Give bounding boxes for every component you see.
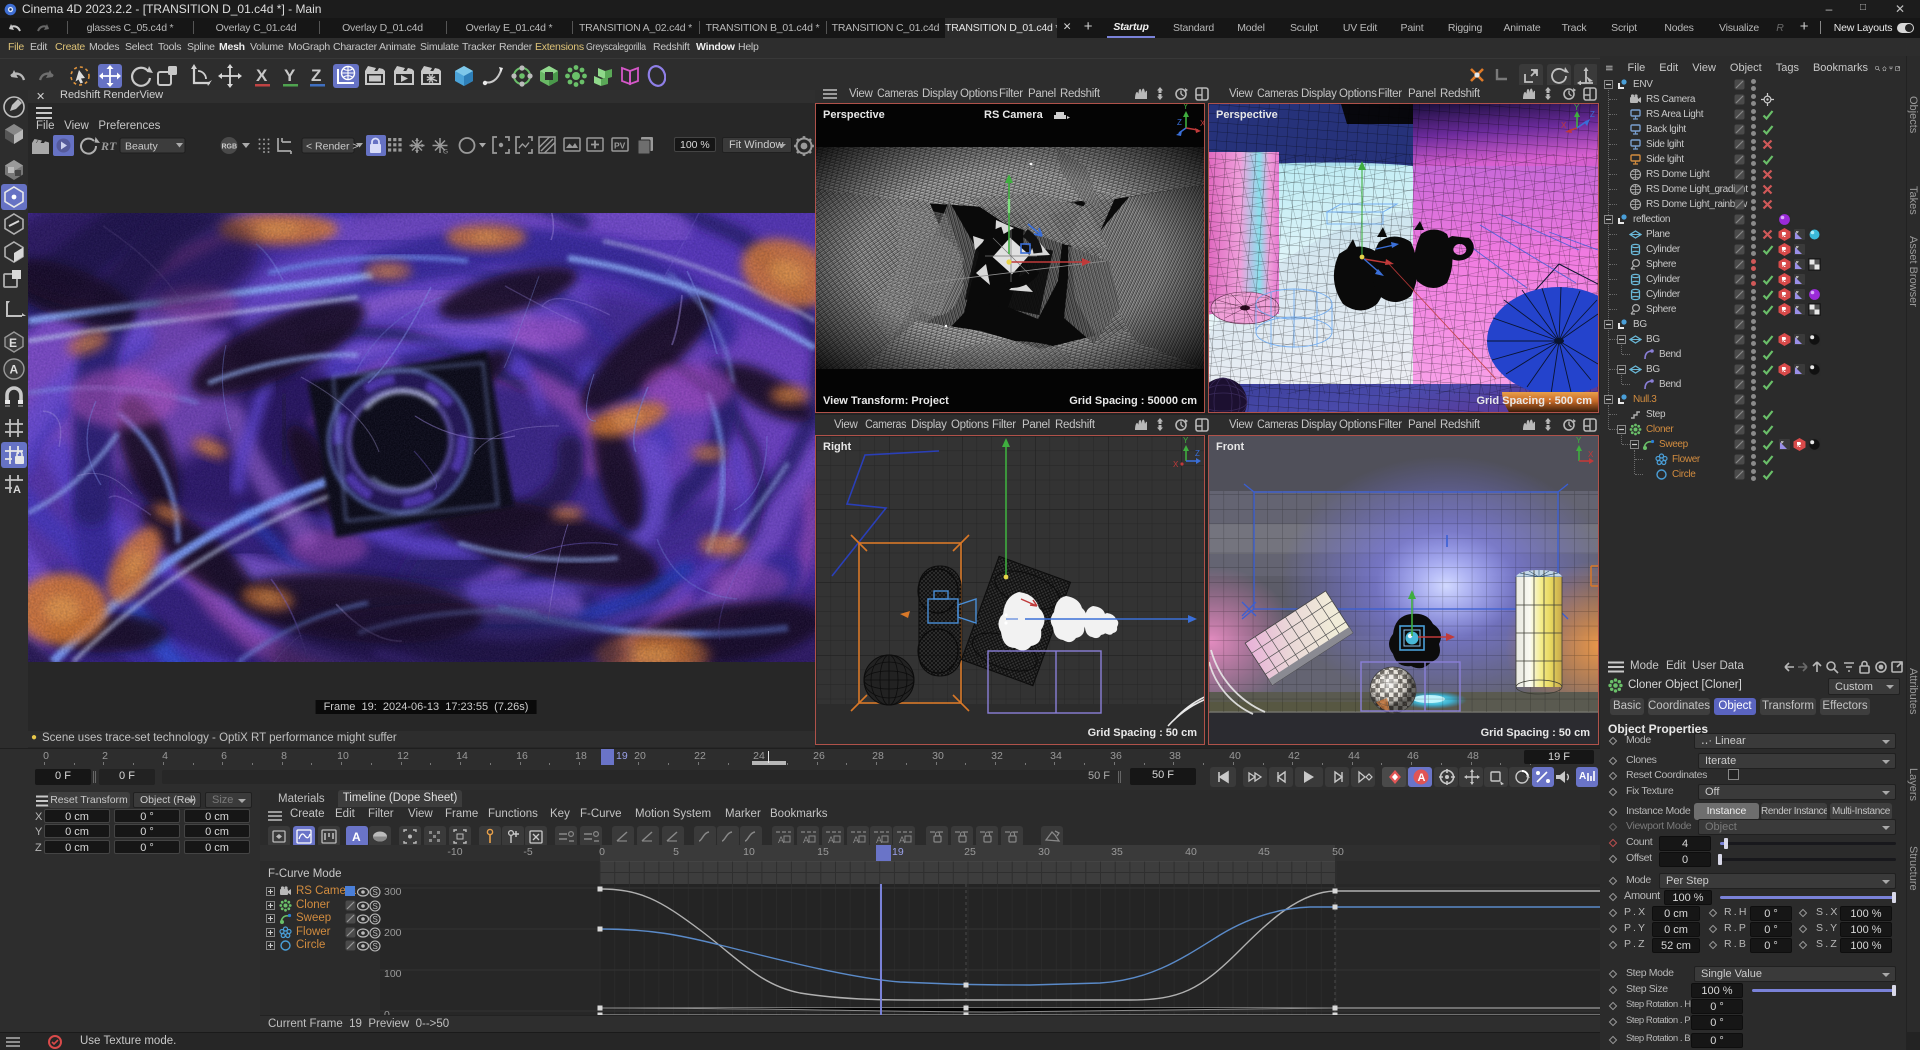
svg-text:RS Camera: RS Camera	[984, 109, 1044, 121]
svg-text:A: A	[352, 830, 361, 844]
svg-text:Y: Y	[1574, 104, 1580, 112]
svg-text:S: S	[373, 902, 378, 911]
svg-text:S: S	[373, 929, 378, 938]
svg-text:A: A	[1418, 772, 1426, 784]
svg-text:X: X	[1561, 121, 1567, 130]
svg-text:Z: Z	[1590, 110, 1595, 119]
svg-text:Grid Spacing : 50 cm: Grid Spacing : 50 cm	[1481, 727, 1591, 739]
svg-text:X: X	[1200, 119, 1204, 128]
svg-text:S: S	[373, 888, 378, 897]
svg-text:Y: Y	[1183, 104, 1189, 111]
svg-text:View Transform: Project: View Transform: Project	[823, 395, 949, 407]
svg-text:Front: Front	[1216, 441, 1244, 453]
svg-text:Perspective: Perspective	[1216, 109, 1278, 121]
svg-text:Z: Z	[311, 66, 321, 85]
svg-text:Grid Spacing : 50 cm: Grid Spacing : 50 cm	[1088, 727, 1198, 739]
svg-text:Y: Y	[1576, 436, 1582, 445]
svg-text:Grid Spacing : 50000 cm: Grid Spacing : 50000 cm	[1069, 395, 1197, 407]
svg-text:A: A	[10, 363, 19, 377]
svg-text:< Render >: < Render >	[306, 141, 359, 153]
svg-text:Z: Z	[1195, 449, 1200, 458]
svg-text:A: A	[853, 835, 859, 845]
svg-text:Grid Spacing : 500 cm: Grid Spacing : 500 cm	[1476, 395, 1592, 407]
svg-text:A: A	[899, 835, 905, 845]
svg-text:G: G	[443, 149, 448, 156]
svg-text:A: A	[1579, 771, 1586, 782]
svg-text:S: S	[373, 942, 378, 951]
svg-text:Beauty: Beauty	[125, 141, 158, 153]
svg-text:Y: Y	[284, 66, 296, 85]
svg-text:E: E	[9, 336, 17, 350]
svg-text:S: S	[373, 915, 378, 924]
svg-text:Y: Y	[1183, 436, 1189, 445]
svg-text:Z: Z	[1177, 118, 1182, 127]
svg-text:A: A	[778, 835, 784, 845]
svg-text:PV: PV	[614, 141, 626, 151]
svg-text:X: X	[1588, 450, 1594, 459]
svg-text:X: X	[256, 66, 268, 85]
svg-text:Right: Right	[823, 441, 851, 453]
svg-text:A: A	[803, 835, 809, 845]
svg-text:RT: RT	[100, 139, 117, 153]
svg-text:RGB: RGB	[222, 144, 238, 151]
svg-text:A: A	[828, 835, 834, 845]
svg-text:A: A	[876, 835, 882, 845]
svg-text:X: X	[1173, 460, 1179, 469]
svg-text:Perspective: Perspective	[823, 109, 885, 121]
svg-text:A: A	[13, 484, 21, 496]
